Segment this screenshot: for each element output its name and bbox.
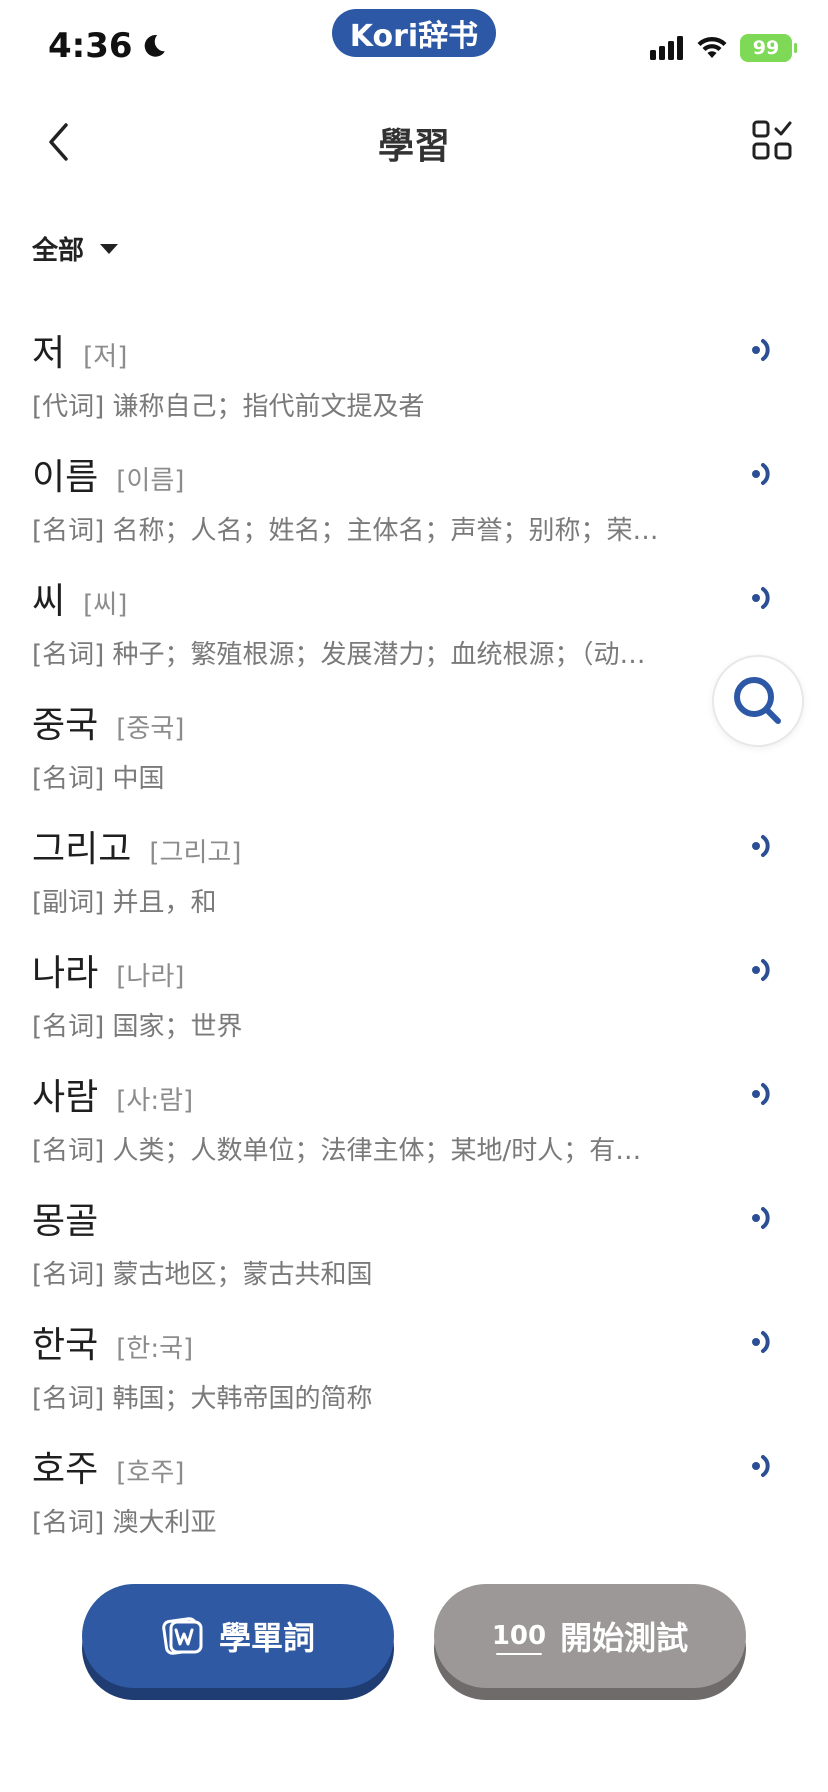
word-headword: 몽골 bbox=[32, 1201, 99, 1242]
word-definition: [名词] 韩国；大韩帝国的简称 bbox=[32, 1384, 373, 1414]
word-definition: [名词] 国家；世界 bbox=[32, 1012, 243, 1042]
word-row[interactable]: 씨 [씨] [名词] 种子；繁殖根源；发展潜力；血统根源；（动… bbox=[0, 566, 828, 690]
word-pronunciation: [호주] bbox=[116, 1458, 185, 1488]
word-row[interactable]: 이름 [이름] [名词] 名称；人名；姓名；主体名；声誉；别称；荣… bbox=[0, 442, 828, 566]
caret-down-icon bbox=[100, 243, 119, 254]
signal-icon bbox=[650, 36, 683, 60]
start-test-button[interactable]: 100 開始測試 bbox=[434, 1584, 746, 1688]
speaker-icon[interactable] bbox=[750, 952, 780, 988]
word-definition: [名词] 中国 bbox=[32, 764, 165, 794]
word-headword: 중국 bbox=[32, 705, 99, 746]
floating-search-button[interactable] bbox=[712, 655, 804, 747]
time-text: 4:36 bbox=[48, 26, 133, 66]
word-row[interactable]: 호주 [호주] [名词] 澳大利亚 bbox=[0, 1434, 828, 1558]
word-row[interactable]: 나라 [나라] [名词] 国家；世界 bbox=[0, 938, 828, 1062]
speaker-icon[interactable] bbox=[750, 1076, 780, 1112]
word-headword: 이름 bbox=[32, 457, 99, 498]
speaker-icon[interactable] bbox=[750, 1200, 780, 1236]
word-headword: 저 bbox=[32, 333, 66, 374]
wifi-icon bbox=[697, 36, 727, 58]
speaker-icon[interactable] bbox=[750, 1448, 780, 1484]
word-pronunciation: [이름] bbox=[116, 466, 185, 496]
word-list: 저 [저] [代词] 谦称自己；指代前文提及者 이름 [이름] [名词] 名称；人名… bbox=[0, 318, 828, 1558]
speaker-icon[interactable] bbox=[750, 828, 780, 864]
word-definition: [名词] 人类；人数单位；法律主体；某地/时人；有… bbox=[32, 1136, 642, 1166]
moon-icon bbox=[144, 35, 165, 57]
word-definition: [名词] 蒙古地区；蒙古共和国 bbox=[32, 1260, 373, 1290]
word-headword: 나라 bbox=[32, 953, 99, 994]
app-badge: Kori辞书 bbox=[332, 9, 496, 57]
search-icon bbox=[734, 677, 781, 724]
word-row[interactable]: 몽골 [名词] 蒙古地区；蒙古共和国 bbox=[0, 1186, 828, 1310]
page-title: 學習 bbox=[377, 126, 450, 167]
word-row[interactable]: 그리고 [그리고] [副词] 并且，和 bbox=[0, 814, 828, 938]
word-definition: [名词] 名称；人名；姓名；主体名；声誉；别称；荣… bbox=[32, 516, 659, 546]
start-test-label: 開始測試 bbox=[560, 1619, 689, 1657]
status-icons: 99 bbox=[650, 34, 797, 62]
word-definition: [代词] 谦称自己；指代前文提及者 bbox=[32, 392, 425, 422]
word-headword: 그리고 bbox=[32, 829, 132, 870]
word-pronunciation: [그리고] bbox=[149, 838, 242, 868]
word-pronunciation: [나라] bbox=[116, 962, 185, 992]
battery-indicator: 99 bbox=[740, 34, 797, 62]
word-pronunciation: [중국] bbox=[116, 714, 185, 744]
word-pronunciation: [사:람] bbox=[116, 1086, 194, 1116]
word-headword: 사람 bbox=[32, 1077, 99, 1118]
word-headword: 한국 bbox=[32, 1325, 99, 1366]
word-headword: 호주 bbox=[32, 1449, 99, 1490]
word-definition: [名词] 澳大利亚 bbox=[32, 1508, 217, 1538]
word-headword: 씨 bbox=[32, 581, 66, 622]
word-pronunciation: [저] bbox=[83, 342, 128, 372]
word-pronunciation: [한:국] bbox=[116, 1334, 194, 1364]
speaker-icon[interactable] bbox=[750, 332, 780, 368]
word-row[interactable]: 저 [저] [代词] 谦称自己；指代前文提及者 bbox=[0, 318, 828, 442]
word-definition: [副词] 并且，和 bbox=[32, 888, 217, 918]
speaker-icon[interactable] bbox=[750, 580, 780, 616]
word-card-icon bbox=[162, 1617, 203, 1655]
filter-dropdown[interactable]: 全部 bbox=[32, 230, 119, 267]
learn-words-label: 學單詞 bbox=[218, 1619, 315, 1657]
grid-check-icon[interactable] bbox=[752, 120, 792, 160]
word-pronunciation: [씨] bbox=[83, 590, 128, 620]
learn-words-button[interactable]: 學單詞 bbox=[82, 1584, 394, 1688]
word-row[interactable]: 중국 [중국] [名词] 中国 bbox=[0, 690, 828, 814]
battery-level: 99 bbox=[752, 37, 780, 59]
score-100-icon: 100 bbox=[491, 1621, 547, 1655]
speaker-icon[interactable] bbox=[750, 456, 780, 492]
speaker-icon[interactable] bbox=[750, 1324, 780, 1360]
word-definition: [名词] 种子；繁殖根源；发展潜力；血统根源；（动… bbox=[32, 640, 646, 670]
word-row[interactable]: 사람 [사:람] [名词] 人类；人数单位；法律主体；某地/时人；有… bbox=[0, 1062, 828, 1186]
word-row[interactable]: 한국 [한:국] [名词] 韩国；大韩帝国的简称 bbox=[0, 1310, 828, 1434]
status-time: 4:36 bbox=[48, 26, 167, 66]
filter-label: 全部 bbox=[32, 236, 85, 266]
